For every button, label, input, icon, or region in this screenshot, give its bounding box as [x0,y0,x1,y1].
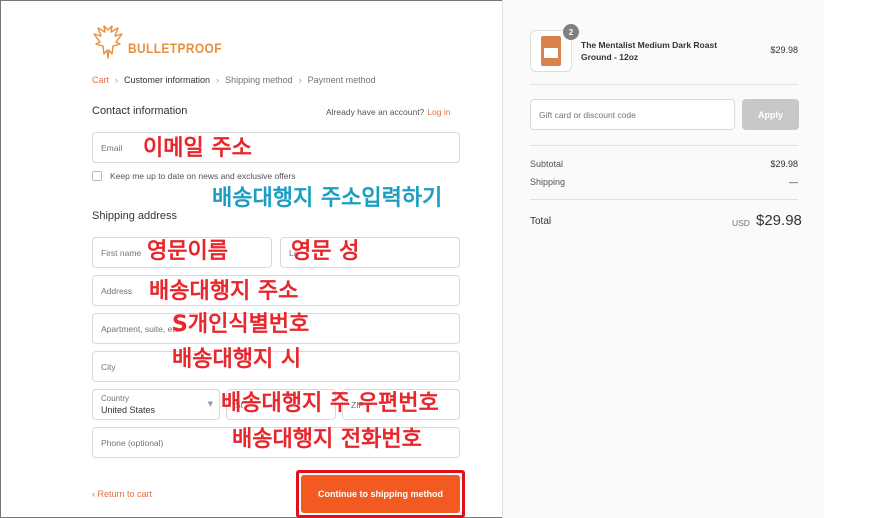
breadcrumb: Cart › Customer information › Shipping m… [92,75,376,85]
return-to-cart-link[interactable]: ‹ Return to cart [92,489,152,499]
account-prompt: Already have an account? Log in [326,107,450,117]
apply-discount-button[interactable]: Apply [742,99,799,130]
continue-to-shipping-button[interactable]: Continue to shipping method [301,475,460,513]
brand-name: BULLETPROOF [128,40,222,56]
breadcrumb-separator: › [115,75,119,85]
shipping-label: Shipping [530,177,566,187]
phone-placeholder: Phone (optional) [101,437,164,448]
apartment-placeholder: Apartment, suite, etc. [101,323,182,334]
first-name-placeholder: First name [101,247,142,258]
annotation-apartment: S개인식별번호 [172,312,310,337]
annotation-header: 배송대행지 주소입력하기 [212,186,443,211]
total-value: $29.98 [756,212,802,229]
order-summary-sidebar [502,0,824,518]
summary-divider [530,145,798,146]
quantity-badge: 2 [563,24,579,40]
account-prompt-text: Already have an account? [326,107,425,117]
country-select[interactable]: Country United States ▼ [92,389,220,420]
annotation-email: 이메일 주소 [143,136,252,161]
breadcrumb-separator: › [298,75,302,85]
product-price: $29.98 [770,45,798,55]
total-label: Total [530,216,552,227]
product-name: The Mentalist Medium Dark Roast Ground -… [581,40,718,62]
shipping-section-title: Shipping address [92,210,178,222]
newsletter-label: Keep me up to date on news and exclusive… [110,171,296,181]
login-link[interactable]: Log in [427,107,450,117]
country-label: Country [101,394,130,403]
chevron-down-icon: ▼ [207,400,213,408]
email-placeholder: Email [101,142,123,153]
subtotal-value: $29.98 [770,159,798,169]
breadcrumb-cart[interactable]: Cart [92,75,109,85]
total-currency: USD [732,218,750,228]
annotation-first-name: 영문이름 [147,239,228,264]
newsletter-checkbox[interactable] [92,171,102,181]
annotation-phone: 배송대행지 전화번호 [232,427,422,452]
coffee-bag-image [541,36,561,66]
breadcrumb-customer-information: Customer information [124,75,211,85]
summary-divider [530,84,798,85]
breadcrumb-shipping-method: Shipping method [225,75,293,85]
annotation-address: 배송대행지 주소 [149,279,299,304]
discount-code-input[interactable]: Gift card or discount code [530,99,735,130]
annotation-city: 배송대행지 시 [172,347,302,372]
page-margin [824,0,870,518]
breadcrumb-payment-method: Payment method [307,75,376,85]
phoenix-logo-icon [93,25,123,59]
shipping-value: — [789,177,798,187]
city-placeholder: City [101,361,116,372]
annotation-state-zip: 배송대행지 주 우편번호 [221,391,439,416]
country-value: United States [101,405,156,415]
summary-divider [530,199,798,200]
contact-section-title: Contact information [92,105,188,117]
brand-logo[interactable]: BULLETPROOF [92,24,239,62]
address-placeholder: Address [101,285,133,296]
subtotal-label: Subtotal [530,159,564,169]
continue-button-highlight: Continue to shipping method [296,470,465,518]
discount-placeholder: Gift card or discount code [539,109,636,120]
breadcrumb-separator: › [216,75,220,85]
annotation-last-name: 영문 성 [291,239,360,264]
